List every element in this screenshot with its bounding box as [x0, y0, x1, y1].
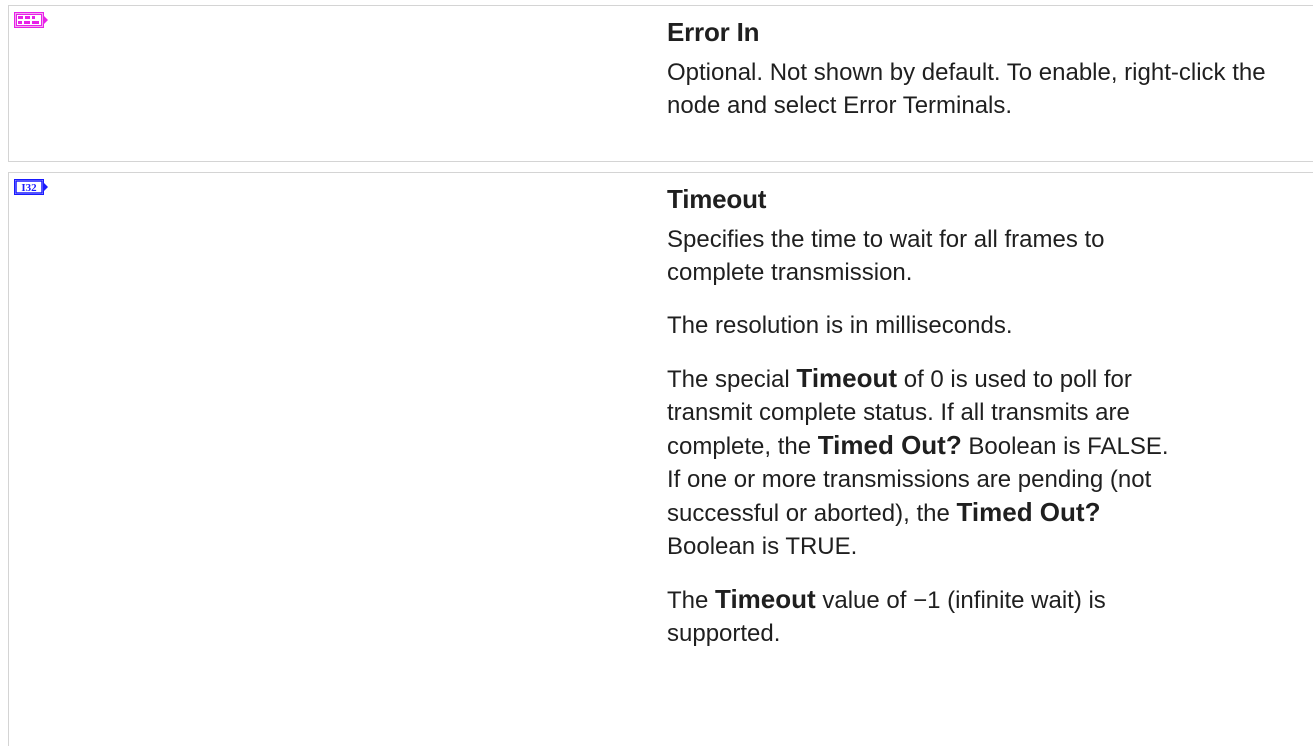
parameter-description: Timeout Specifies the time to wait for a…	[667, 183, 1307, 670]
parameter-text: Specifies the time to wait for all frame…	[667, 226, 1105, 286]
parameter-text: The Timeout value of −1 (infinite wait) …	[667, 584, 1106, 647]
parameter-title: Timeout	[667, 184, 767, 214]
parameter-text: The special Timeout of 0 is used to poll…	[667, 363, 1169, 560]
output-reference: Timed Out?	[817, 430, 962, 460]
parameter-row-error-in: Error In Optional. Not shown by default.…	[8, 5, 1313, 162]
i32-terminal-label: I32	[21, 182, 37, 194]
error-cluster-terminal-icon	[14, 12, 48, 28]
parameter-title: Error In	[667, 17, 760, 47]
parameter-description: Error In Optional. Not shown by default.…	[667, 16, 1307, 142]
parameter-reference: Timeout	[796, 363, 898, 393]
output-reference: Timed Out?	[956, 497, 1101, 527]
i32-terminal-icon: I32	[14, 179, 48, 195]
parameter-row-timeout: I32 Timeout Specifies the time to wait f…	[8, 172, 1313, 746]
parameter-text: Optional. Not shown by default. To enabl…	[667, 59, 1266, 119]
parameter-reference: Timeout	[715, 584, 816, 614]
parameter-text: The resolution is in milliseconds.	[667, 312, 1013, 339]
